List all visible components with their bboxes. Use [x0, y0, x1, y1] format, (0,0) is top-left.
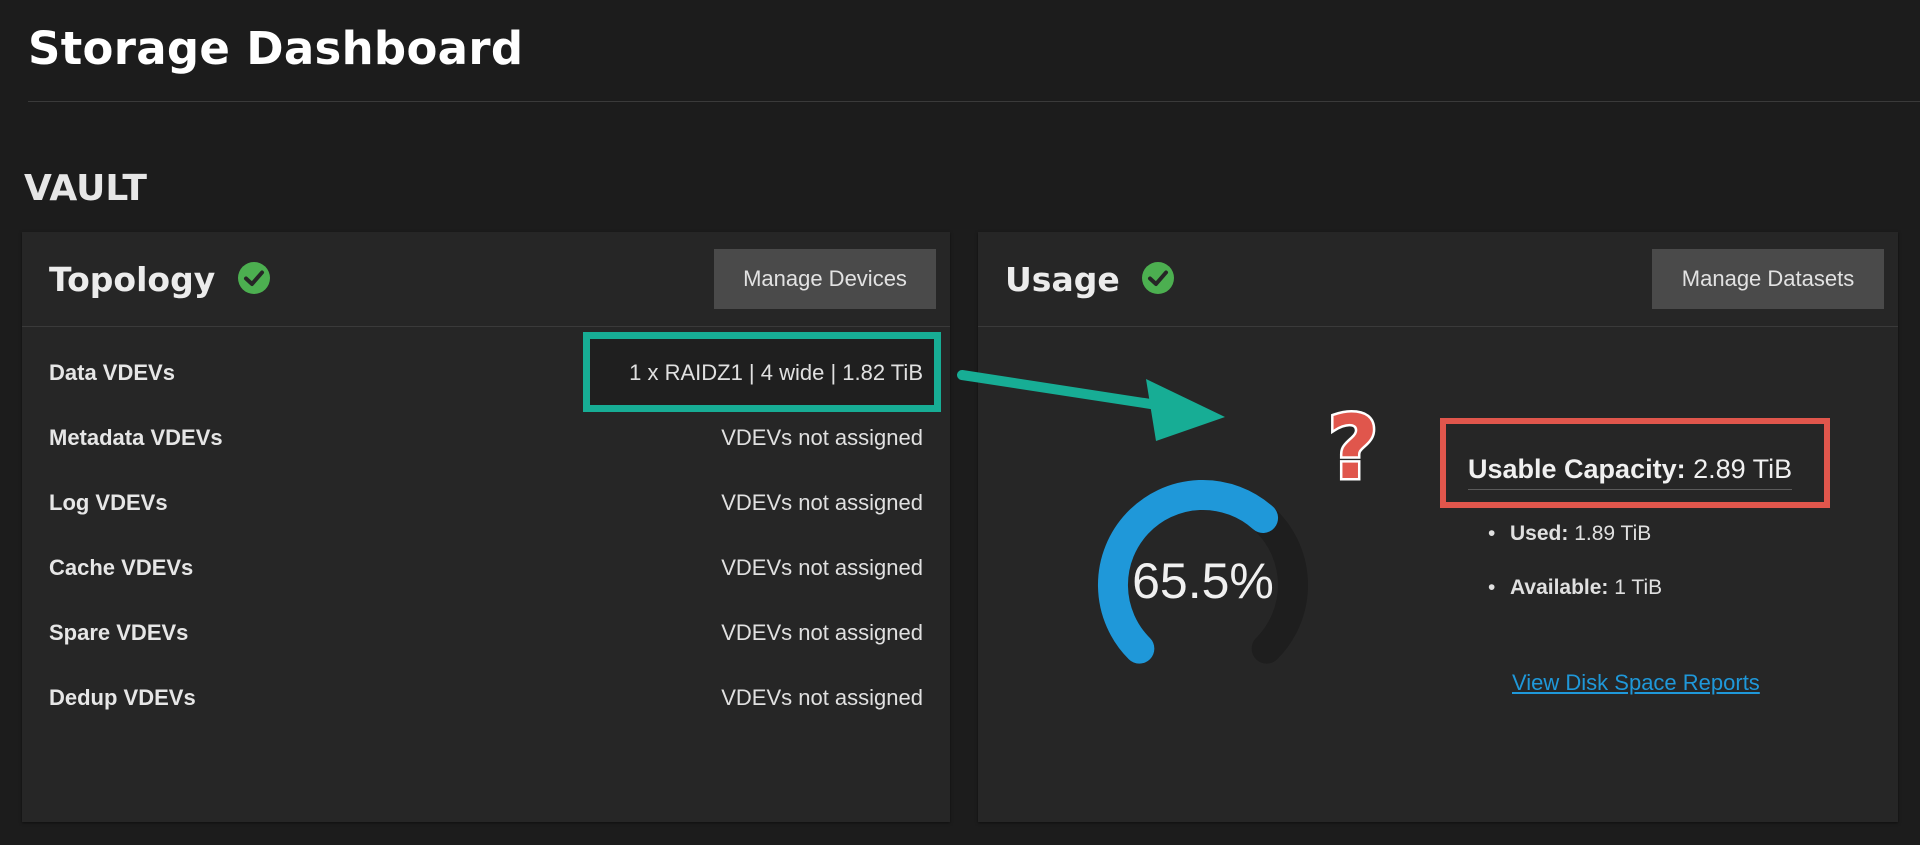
vdev-value: VDEVs not assigned	[721, 490, 923, 515]
status-ok-icon	[1142, 261, 1175, 294]
pool-name: VAULT	[24, 168, 147, 209]
available-label: Available:	[1510, 576, 1609, 599]
vdev-row-metadata: Metadata VDEVs VDEVs not assigned	[49, 418, 923, 458]
status-ok-icon	[237, 261, 270, 294]
manage-devices-button[interactable]: Manage Devices	[714, 249, 936, 309]
vdev-value: VDEVs not assigned	[721, 685, 923, 710]
available-stat: • Available: 1 TiB	[1488, 576, 1663, 599]
vdev-row-spare: Spare VDEVs VDEVs not assigned	[49, 613, 923, 653]
usable-capacity-label: Usable Capacity:	[1468, 454, 1686, 484]
question-mark-glyph: ?	[1327, 398, 1378, 494]
vdev-label: Cache VDEVs	[49, 555, 194, 580]
usage-card-header: Usage Manage Datasets	[978, 232, 1898, 327]
usage-percent: 65.5%	[1132, 553, 1274, 609]
question-mark-icon: ?	[1325, 398, 1381, 494]
vdev-value: VDEVs not assigned	[721, 425, 923, 450]
vdev-label: Metadata VDEVs	[49, 425, 223, 450]
vdev-value: 1 x RAIDZ1 | 4 wide | 1.82 TiB	[629, 360, 923, 385]
topology-card: Topology Manage Devices Data VDEVs 1 x R…	[22, 232, 950, 822]
usable-capacity: Usable Capacity: 2.89 TiB	[1468, 454, 1793, 490]
vdev-row-data: Data VDEVs 1 x RAIDZ1 | 4 wide | 1.82 Ti…	[49, 353, 923, 393]
vdev-label: Spare VDEVs	[49, 620, 189, 645]
topology-title: Topology	[49, 260, 271, 299]
page-title: Storage Dashboard	[28, 22, 524, 75]
usable-capacity-value: 2.89 TiB	[1693, 454, 1793, 484]
usage-title: Usage	[1005, 260, 1175, 299]
vdev-row-cache: Cache VDEVs VDEVs not assigned	[49, 548, 923, 588]
header-divider	[28, 101, 1920, 102]
vdev-label: Log VDEVs	[49, 490, 168, 515]
available-value: 1 TiB	[1614, 576, 1663, 599]
topology-title-text: Topology	[49, 260, 216, 299]
annotation-arrow-icon	[957, 370, 1225, 441]
vdev-label: Dedup VDEVs	[49, 685, 196, 710]
manage-datasets-button[interactable]: Manage Datasets	[1652, 249, 1884, 309]
topology-card-header: Topology Manage Devices	[22, 232, 950, 327]
view-disk-space-reports-link[interactable]: View Disk Space Reports	[1512, 670, 1760, 696]
vdev-row-log: Log VDEVs VDEVs not assigned	[49, 483, 923, 523]
usage-title-text: Usage	[1005, 260, 1120, 299]
used-stat: • Used: 1.89 TiB	[1488, 522, 1652, 545]
used-value: 1.89 TiB	[1574, 522, 1652, 545]
vdev-row-dedup: Dedup VDEVs VDEVs not assigned	[49, 678, 923, 718]
used-label: Used:	[1510, 522, 1569, 545]
usage-card: Usage Manage Datasets 65.5% ? Usable Cap…	[978, 232, 1898, 822]
vdev-value: VDEVs not assigned	[721, 555, 923, 580]
vdev-value: VDEVs not assigned	[721, 620, 923, 645]
vdev-label: Data VDEVs	[49, 360, 175, 385]
